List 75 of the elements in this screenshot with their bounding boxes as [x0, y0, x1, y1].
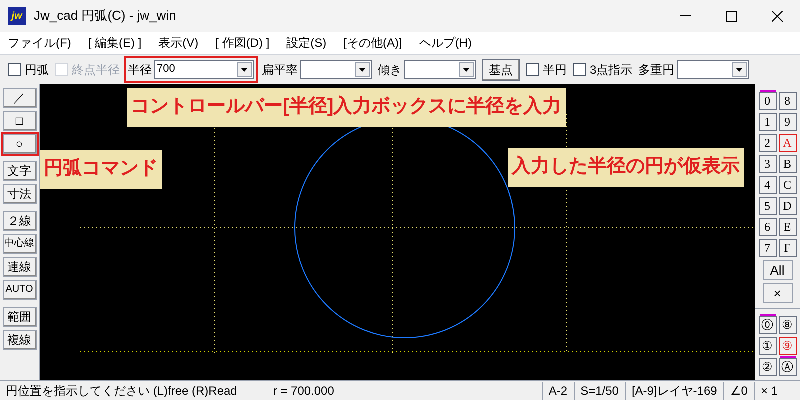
tool-button[interactable]: 範囲 — [2, 307, 36, 327]
marker-line — [780, 356, 796, 358]
app-logo: jw — [8, 7, 26, 25]
annotation-callout: 円弧コマンド — [40, 150, 162, 188]
layer-button[interactable]: 7 — [758, 239, 776, 257]
layer-button[interactable]: 9 — [778, 113, 796, 131]
field-label: 半径 — [128, 62, 152, 78]
tool-button[interactable]: ○ — [2, 134, 36, 154]
layer-button[interactable]: Ⓐ — [778, 358, 796, 376]
drawing-canvas[interactable]: コントロールバー[半径]入力ボックスに半径を入力 円弧コマンド 入力した半径の円が仮表示 — [40, 84, 755, 380]
layer-button[interactable]: 8 — [778, 92, 796, 110]
menu-item[interactable]: [ 編集(E) ] — [88, 34, 142, 52]
marker-line — [760, 90, 776, 92]
layer-button[interactable]: ⓪ — [758, 316, 776, 334]
layer-button[interactable]: 6 — [758, 218, 776, 236]
layer-button[interactable]: D — [778, 197, 796, 215]
checkbox-label: 円弧 — [25, 62, 49, 78]
tool-button[interactable]: ／ — [2, 88, 36, 108]
layer-button[interactable]: B — [778, 155, 796, 173]
menu-item[interactable]: 設定(S) — [286, 34, 327, 52]
annotation-callout: 入力した半径の円が仮表示 — [508, 148, 744, 186]
radius-readout: r = 700.000 — [273, 382, 334, 400]
tool-button[interactable]: ２線 — [2, 211, 36, 231]
tool-button[interactable]: □ — [2, 111, 36, 131]
layer-button[interactable]: F — [778, 239, 796, 257]
layer-button[interactable]: 1 — [758, 113, 776, 131]
menu-item[interactable]: ファイル(F) — [8, 34, 72, 52]
window-title: Jw_cad 円弧(C) - jw_win — [34, 7, 176, 26]
layer-button[interactable]: ⑨ — [778, 337, 796, 355]
layer-button[interactable]: A — [778, 134, 796, 152]
combo-box[interactable] — [404, 60, 476, 79]
field-label: 傾き — [378, 62, 402, 78]
status-cell: [A-9]レイヤ-169 — [624, 382, 724, 400]
marker-line — [760, 314, 776, 316]
status-cell: ∠0 — [723, 382, 754, 400]
checkbox[interactable] — [8, 63, 21, 76]
status-cell: A-2 — [542, 382, 574, 400]
layer-button[interactable]: 5 — [758, 197, 776, 215]
layer-button[interactable]: ② — [758, 358, 776, 376]
checkbox-label: 終点半径 — [72, 62, 120, 78]
field-label: 扁平率 — [262, 62, 298, 78]
menu-item[interactable]: ヘルプ(H) — [419, 34, 472, 52]
combo-box[interactable] — [300, 60, 372, 79]
menu-item[interactable]: 表示(V) — [158, 34, 199, 52]
field-label: 多重円 — [638, 62, 675, 78]
layer-button[interactable]: 2 — [758, 134, 776, 152]
checkbox[interactable] — [526, 63, 539, 76]
layer-button[interactable]: 3 — [758, 155, 776, 173]
menu-item[interactable]: [ 作図(D) ] — [216, 34, 270, 52]
base-point-button[interactable]: 基点 — [482, 58, 520, 80]
menu-item[interactable]: [その他(A)] — [344, 34, 402, 52]
layer-button[interactable]: ⑧ — [778, 316, 796, 334]
layer-button[interactable]: E — [778, 218, 796, 236]
layer-button[interactable]: C — [778, 176, 796, 194]
layer-button[interactable]: ① — [758, 337, 776, 355]
tool-button[interactable]: 中心線 — [2, 234, 36, 254]
layer-button[interactable]: × — [762, 283, 792, 303]
annotation-callout: コントロールバー[半径]入力ボックスに半径を入力 — [127, 88, 566, 126]
status-message: 円位置を指示してください (L)free (R)Read — [5, 382, 238, 400]
tool-button[interactable]: 文字 — [2, 161, 36, 181]
checkbox-label: 半円 — [543, 62, 567, 78]
checkbox[interactable] — [573, 63, 586, 76]
layer-button[interactable]: All — [762, 260, 792, 280]
tool-button[interactable]: AUTO — [2, 280, 36, 300]
combo-box[interactable]: 700 — [154, 60, 254, 79]
status-cell: × 1 — [754, 382, 784, 400]
status-cell: S=1/50 — [574, 382, 625, 400]
layer-button[interactable]: 4 — [758, 176, 776, 194]
checkbox-label: 3点指示 — [590, 62, 633, 78]
layer-button[interactable]: 0 — [758, 92, 776, 110]
tool-button[interactable]: 連線 — [2, 257, 36, 277]
tool-button[interactable]: 複線 — [2, 330, 36, 350]
combo-box[interactable] — [676, 60, 749, 79]
tool-button[interactable]: 寸法 — [2, 184, 36, 204]
field-value: 700 — [157, 63, 176, 76]
